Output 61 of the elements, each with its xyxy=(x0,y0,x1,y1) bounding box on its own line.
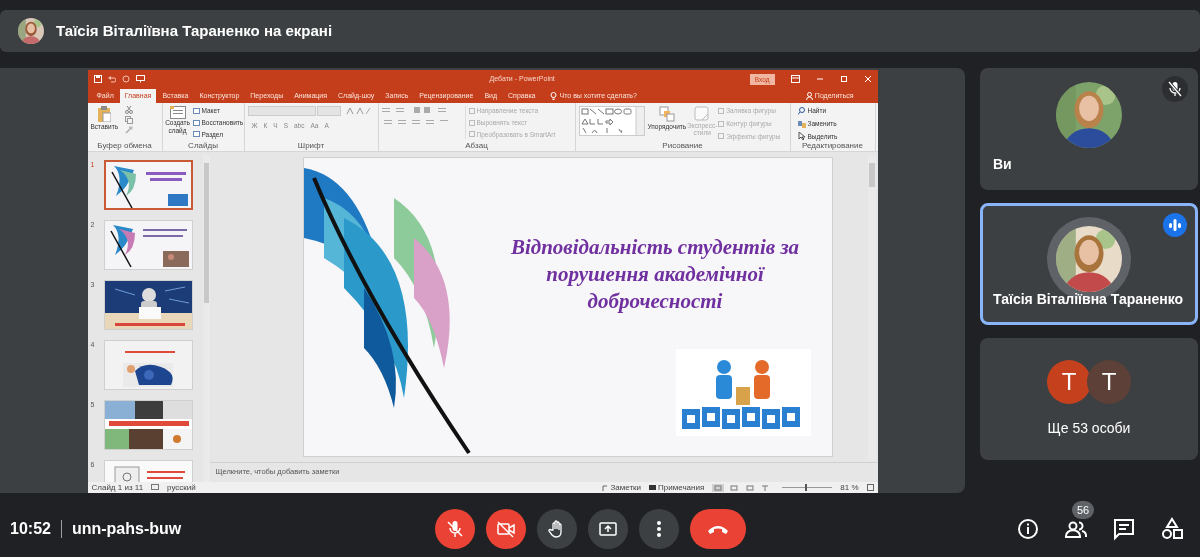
copy-icon[interactable] xyxy=(125,116,134,124)
info-icon xyxy=(1016,516,1040,541)
group-label: Рисование xyxy=(661,141,704,152)
audio-level-icon xyxy=(1163,213,1187,237)
pointer-icon xyxy=(797,132,806,141)
font-size-field[interactable] xyxy=(316,106,341,116)
slide-counter: Слайд 1 из 11 xyxy=(91,482,144,493)
slide-icon xyxy=(169,106,186,119)
group-label: Шрифт xyxy=(296,141,326,151)
camera-button[interactable] xyxy=(486,508,527,549)
group-label: Редактирование xyxy=(801,141,864,152)
slide-thumbnail[interactable] xyxy=(103,160,193,210)
save-icon[interactable] xyxy=(93,75,102,83)
notes-icon xyxy=(602,484,609,491)
chat-button[interactable] xyxy=(1112,516,1136,541)
shapes-icon xyxy=(1160,516,1184,541)
scrollbar[interactable] xyxy=(867,155,876,460)
comment-icon xyxy=(649,484,657,491)
close-icon[interactable] xyxy=(863,75,872,83)
shapes-gallery[interactable] xyxy=(578,106,645,136)
comments-button[interactable]: Примечания xyxy=(658,482,705,493)
end-call-button[interactable] xyxy=(690,508,747,549)
group-label: Слайды xyxy=(187,141,219,151)
avatar: T xyxy=(1087,360,1131,404)
chat-icon xyxy=(1112,516,1136,541)
slide-title: Відповідальність студентів за порушення академічної доброчесності xyxy=(509,234,801,315)
shapes-button[interactable] xyxy=(1160,516,1184,541)
person-icon xyxy=(805,92,813,100)
quick-styles-icon xyxy=(694,106,711,122)
meeting-code: unn-pahs-buw xyxy=(71,518,182,539)
participant-name: Таїсія Віталіївна Тараненко xyxy=(993,290,1184,309)
scrollbar[interactable] xyxy=(202,155,210,482)
presenter-label: Таїсія Віталіївна Тараненко на екрані xyxy=(56,20,333,41)
group-label: Буфер обмена xyxy=(96,141,153,151)
microphone-button[interactable] xyxy=(435,508,476,549)
lightbulb-icon xyxy=(549,92,557,100)
group-label: Абзац xyxy=(464,141,489,151)
camera-off-icon xyxy=(496,518,517,539)
fit-slide-icon[interactable] xyxy=(866,484,874,491)
spelling-icon[interactable] xyxy=(151,484,160,491)
minimize-icon[interactable] xyxy=(815,75,824,83)
participant-name: Ви xyxy=(993,155,1012,174)
zoom-level[interactable]: 81 % xyxy=(840,482,859,493)
clipboard-icon xyxy=(97,106,112,122)
replace-icon xyxy=(797,119,806,128)
scissors-icon[interactable] xyxy=(125,106,134,114)
maximize-icon[interactable] xyxy=(839,75,848,83)
meeting-time: 10:52 xyxy=(10,518,51,539)
search-icon xyxy=(797,106,806,115)
count-badge: 56 xyxy=(1072,500,1095,519)
undo-icon[interactable] xyxy=(107,75,116,83)
ribbon-display-icon[interactable] xyxy=(790,75,800,83)
more-participants-label: Ще 53 особи xyxy=(1047,419,1131,438)
avatar: T xyxy=(1047,360,1091,404)
slideshow-icon[interactable] xyxy=(135,75,145,83)
arrange-icon xyxy=(658,106,675,122)
more-icon xyxy=(657,520,662,537)
notes-button[interactable]: Заметки xyxy=(610,482,642,493)
font-name-field[interactable] xyxy=(247,106,316,116)
info-button[interactable] xyxy=(1016,516,1040,541)
language-label[interactable]: русский xyxy=(167,482,196,493)
